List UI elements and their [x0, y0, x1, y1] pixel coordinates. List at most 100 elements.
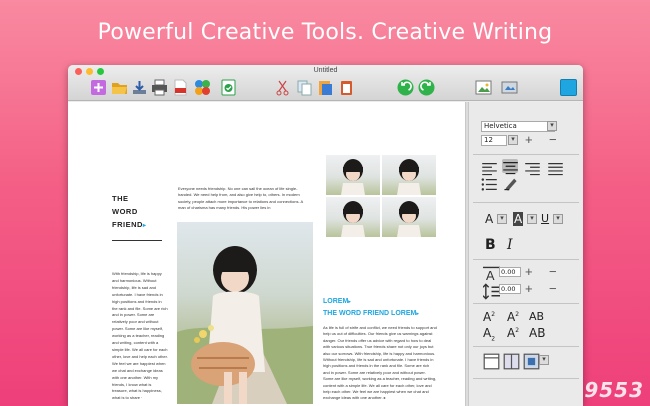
left-column-text: With friendship, life is happy and harmo…: [112, 271, 168, 401]
save-tray-icon[interactable]: [131, 79, 148, 96]
chevron-down-icon: ▾: [530, 215, 534, 222]
font-size-decrease-button[interactable]: −: [549, 133, 557, 146]
superscript-second-button[interactable]: A2: [507, 310, 519, 324]
insert-box-dropdown[interactable]: ▾: [539, 355, 549, 365]
superscript-digit: 2: [515, 327, 520, 334]
chevron-down-icon: ▾: [550, 122, 554, 129]
small-caps-button[interactable]: AB: [529, 326, 545, 340]
font-size-dropdown[interactable]: ▾: [508, 135, 518, 145]
columns-icon[interactable]: [503, 353, 520, 370]
lorem-title-arrow: ▸: [416, 311, 419, 317]
align-justify-icon[interactable]: [547, 160, 563, 176]
insert-box-icon[interactable]: [523, 353, 540, 370]
thumbnail-photo-3: [326, 197, 380, 237]
lorem-label: LOREM: [323, 298, 349, 305]
superscript-first-digit: 2: [491, 311, 496, 318]
svg-text:A: A: [486, 269, 495, 283]
font-name-field[interactable]: Helvetica: [481, 121, 555, 132]
subscript-digit: 2: [491, 335, 496, 343]
subscript-button[interactable]: A2: [483, 326, 495, 342]
line-spacing-field[interactable]: 0.00: [499, 284, 521, 294]
superscript-button[interactable]: A2: [507, 326, 519, 340]
subscript-letter: A: [483, 326, 492, 340]
character-spacing-field[interactable]: 0.00: [499, 267, 521, 277]
middle-column-text: Everyone needs friendship. No one can sa…: [178, 186, 303, 210]
superscript-first-button[interactable]: A2: [483, 310, 495, 324]
highlight-color-sample: A: [513, 212, 524, 226]
chevron-down-icon: ▾: [500, 215, 504, 222]
pdf-icon[interactable]: [172, 79, 189, 96]
copy-icon[interactable]: [296, 79, 313, 96]
panel-separator: [473, 259, 579, 260]
line-spacing-increase-button[interactable]: +: [525, 282, 533, 295]
app-window: Untitled THE WORD FRIEND▸ With friendshi…: [68, 65, 583, 406]
panel-separator: [473, 303, 579, 304]
print-icon[interactable]: [151, 79, 168, 96]
font-size-value: 12: [484, 136, 493, 144]
italic-button[interactable]: I: [507, 237, 513, 253]
left-title-line-2: WORD: [112, 207, 138, 216]
panel-separator: [473, 346, 579, 347]
chevron-down-icon: ▾: [511, 136, 515, 143]
right-column-text: As life is full of strife and conflict, …: [323, 325, 437, 401]
align-left-icon[interactable]: [481, 160, 497, 176]
character-spacing-value: 0.00: [501, 268, 516, 276]
text-color-dropdown[interactable]: ▾: [497, 214, 507, 224]
thumbnail-photo-1: [326, 155, 380, 195]
lorem-arrow: ▸: [348, 299, 351, 305]
left-title-line-1: THE: [112, 194, 129, 203]
thumbnail-photo-4: [382, 197, 436, 237]
align-right-icon[interactable]: [524, 160, 540, 176]
font-name-value: Helvetica: [484, 122, 517, 130]
redo-icon[interactable]: [418, 79, 435, 96]
title-bar: Untitled: [68, 65, 583, 101]
image-icon[interactable]: [475, 79, 492, 96]
paste-icon[interactable]: [317, 79, 334, 96]
character-spacing-decrease-button[interactable]: −: [549, 265, 557, 278]
align-center-icon[interactable]: [502, 159, 518, 175]
new-doc-icon[interactable]: [90, 79, 107, 96]
bullet-list-icon[interactable]: [481, 176, 497, 191]
headline: Powerful Creative Tools. Creative Writin…: [97, 20, 553, 45]
all-caps-button[interactable]: AB: [529, 310, 544, 323]
font-size-increase-button[interactable]: +: [525, 133, 533, 146]
document-page[interactable]: THE WORD FRIEND▸ With friendship, life i…: [68, 102, 465, 406]
line-spacing-decrease-button[interactable]: −: [549, 282, 557, 295]
line-spacing-icon: [483, 283, 500, 300]
undo-icon[interactable]: [397, 79, 414, 96]
panel-separator: [473, 378, 579, 379]
open-folder-icon[interactable]: [111, 79, 128, 96]
watermark-logo: 9553: [584, 378, 644, 402]
highlight-color-dropdown[interactable]: ▾: [527, 214, 537, 224]
checkmark-icon[interactable]: [220, 79, 237, 96]
clipboard-icon[interactable]: [338, 79, 355, 96]
left-title-arrow: ▸: [142, 223, 147, 229]
character-spacing-icon: A: [483, 266, 500, 283]
left-title-line-3: FRIEND: [112, 220, 143, 229]
left-title: THE WORD FRIEND▸: [112, 192, 146, 233]
highlighter-icon[interactable]: [502, 175, 517, 191]
window-title: Untitled: [313, 67, 338, 74]
chevron-down-icon: ▾: [542, 356, 546, 363]
superscript-second-digit: 2: [515, 311, 520, 318]
page-layout-icon[interactable]: [483, 353, 500, 370]
font-name-dropdown[interactable]: ▾: [547, 121, 557, 131]
share-icon[interactable]: [194, 79, 211, 96]
panel-separator: [473, 202, 579, 203]
font-size-field[interactable]: 12: [481, 135, 507, 146]
bold-button[interactable]: B: [485, 237, 496, 253]
color-swatch-icon[interactable]: [560, 79, 577, 96]
lorem-title: THE WORD FRIEND LOREM: [323, 310, 417, 317]
underline-dropdown[interactable]: ▾: [553, 214, 563, 224]
text-color-sample: A: [485, 212, 494, 226]
media-icon[interactable]: [501, 79, 518, 96]
thumbnail-photo-2: [382, 155, 436, 195]
cut-icon[interactable]: [274, 79, 291, 96]
character-spacing-increase-button[interactable]: +: [525, 265, 533, 278]
left-title-rule: [112, 240, 162, 241]
superscript-first-letter: A: [483, 310, 492, 324]
main-photo: [177, 222, 313, 404]
format-panel: Helvetica ▾ 12 ▾ + − A ▾ A ▾ U ▾ B I A 0…: [469, 102, 583, 406]
panel-separator: [473, 154, 579, 155]
chevron-down-icon: ▾: [556, 215, 560, 222]
